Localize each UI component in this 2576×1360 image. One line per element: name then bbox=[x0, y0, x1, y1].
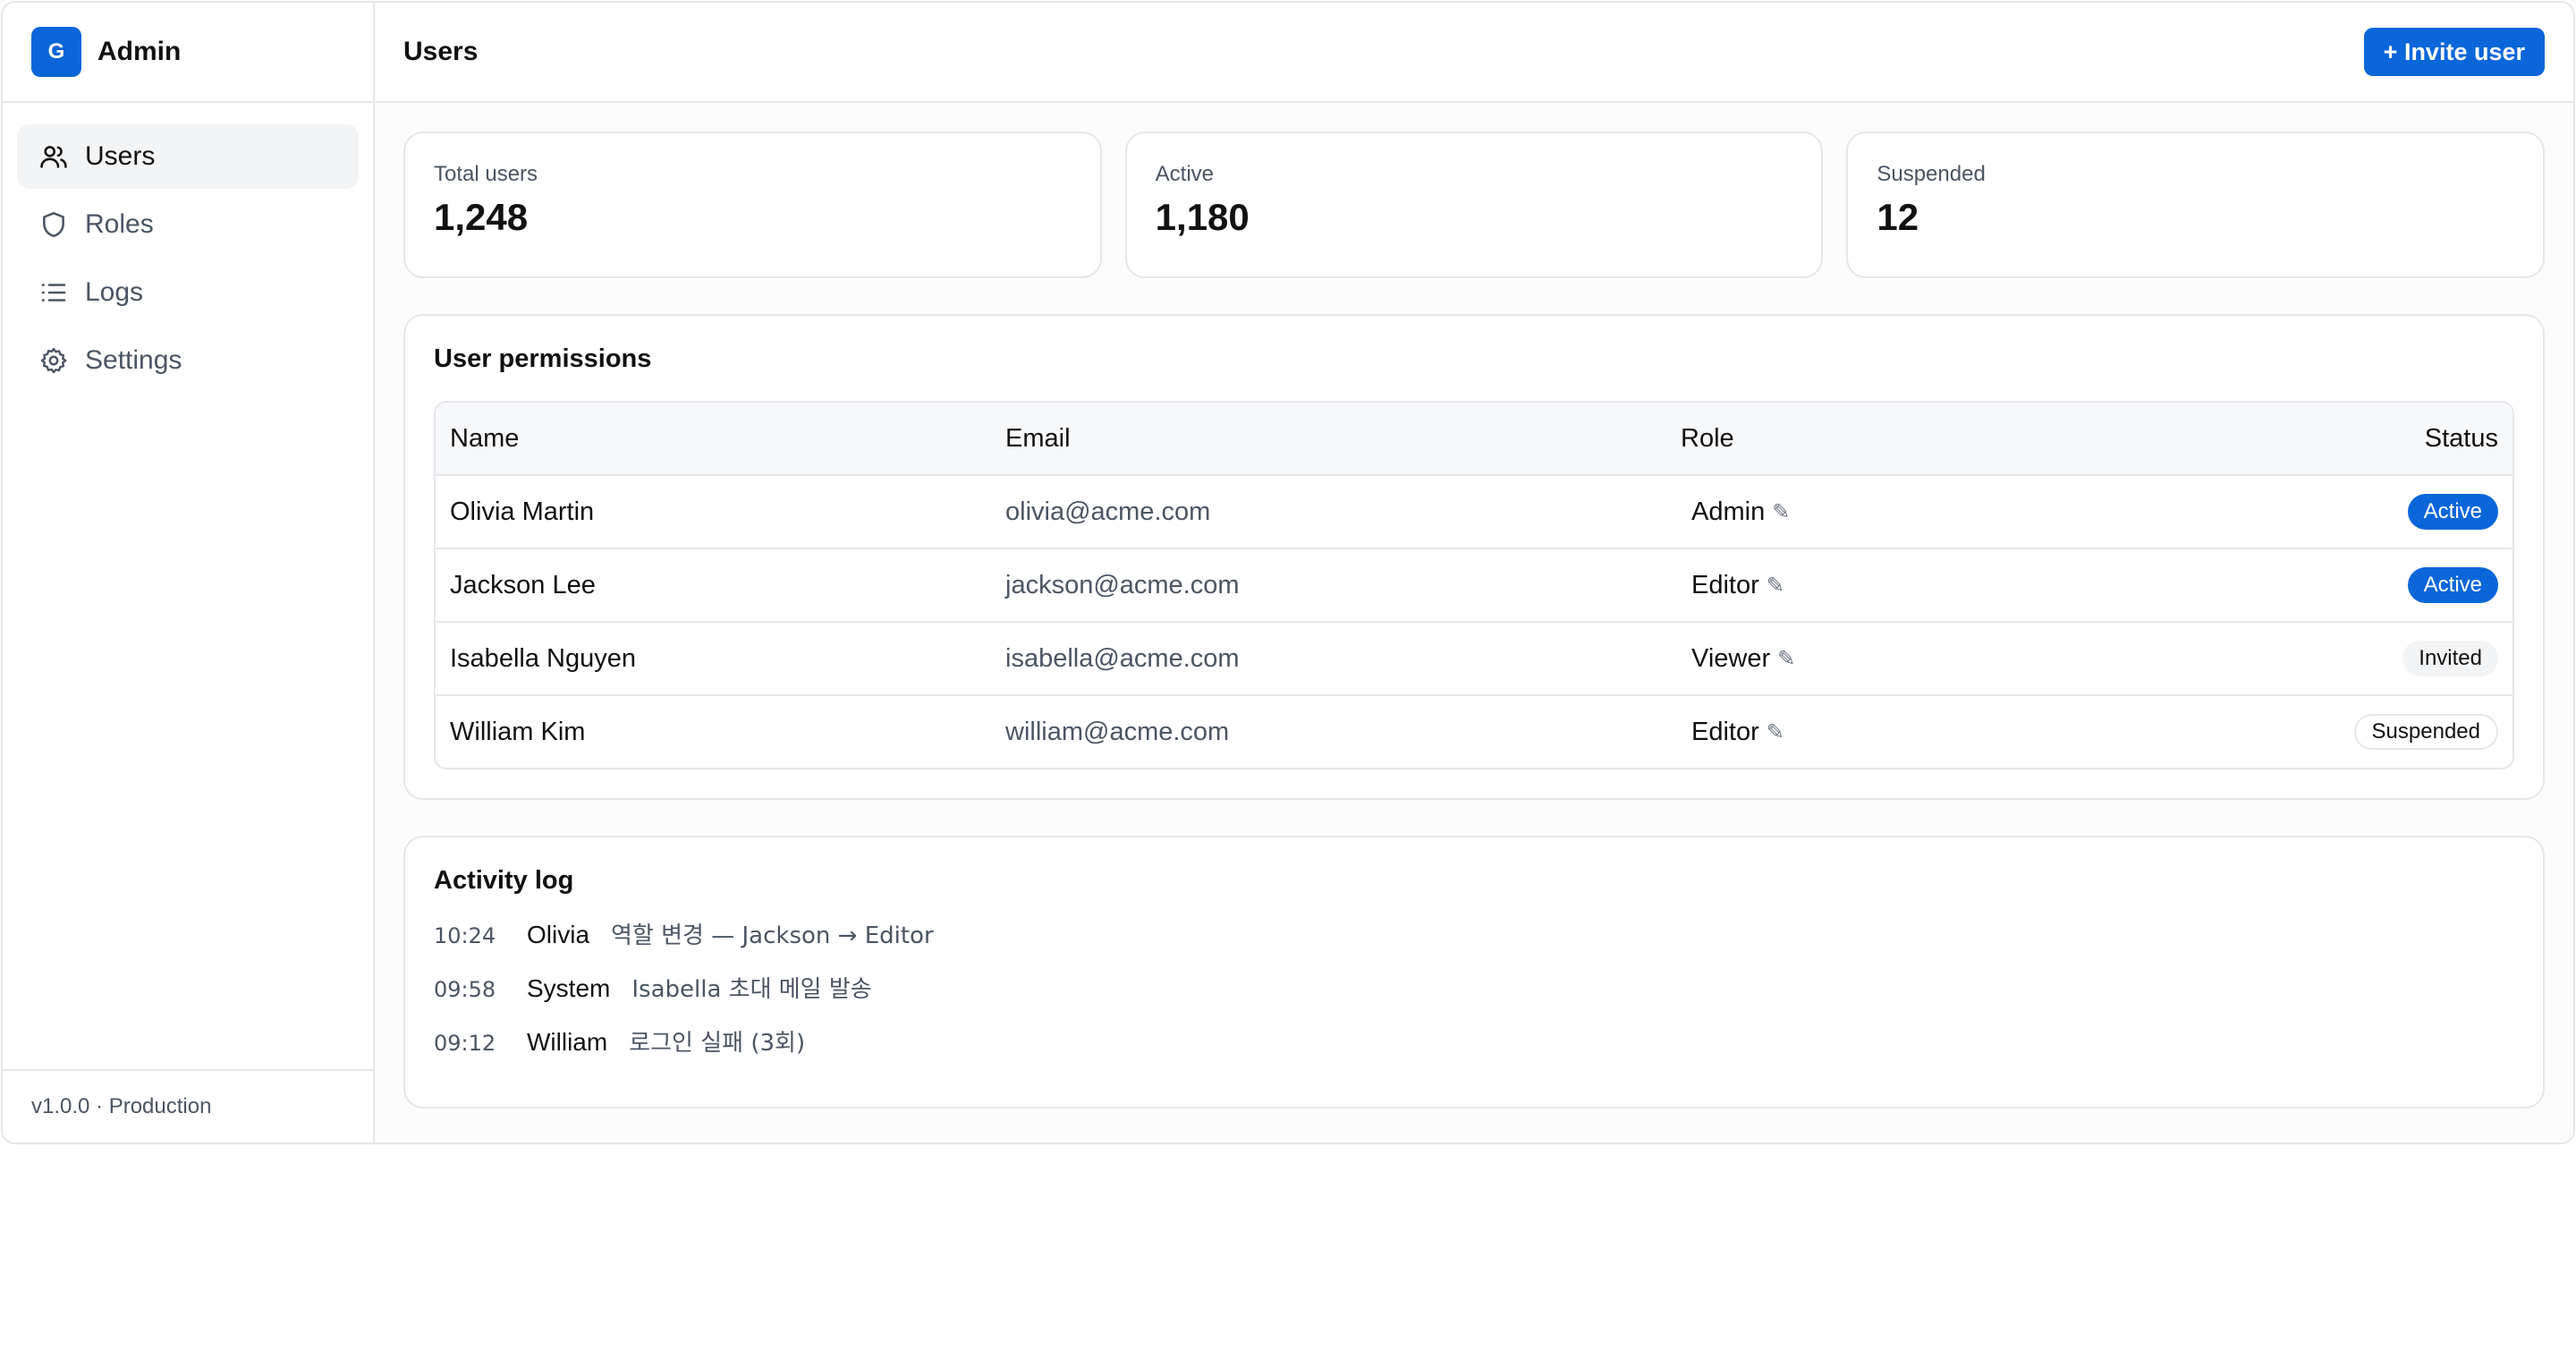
log-message: 로그인 실패 (3회) bbox=[629, 1030, 806, 1057]
column-header-email: Email bbox=[1005, 423, 1071, 453]
list-item: 09:12 William 로그인 실패 (3회) bbox=[434, 1024, 2514, 1078]
role-label: Editor bbox=[1691, 717, 1759, 746]
status-cell: Suspended bbox=[2176, 714, 2498, 750]
version-label: v1.0.0 · Production bbox=[3, 1069, 373, 1143]
user-name: Jackson Lee bbox=[450, 570, 596, 599]
status-badge: Suspended bbox=[2353, 714, 2498, 750]
column-header-role: Role bbox=[1681, 423, 1734, 453]
users-icon bbox=[38, 141, 69, 172]
app-window: G Admin Users Roles Logs Settings v1.0.0… bbox=[1, 1, 2575, 1144]
role-cell: Editor ✎ bbox=[1681, 567, 2176, 604]
main-content: Users + Invite user Total users 1,248 Ac… bbox=[375, 3, 2573, 1143]
user-email: jackson@acme.com bbox=[1005, 570, 1240, 599]
stat-value: 1,180 bbox=[1155, 196, 1250, 238]
brand-title: Admin bbox=[97, 37, 182, 66]
activity-log-panel: Activity log 10:24 Olivia 역할 변경 — Jackso… bbox=[403, 836, 2545, 1109]
log-message: Isabella 초대 메일 발송 bbox=[631, 976, 872, 1003]
log-actor: System bbox=[527, 974, 611, 1002]
list-item: 10:24 Olivia 역할 변경 — Jackson → Editor bbox=[434, 917, 2514, 971]
column-header-name: Name bbox=[450, 423, 520, 453]
list-item: 09:58 System Isabella 초대 메일 발송 bbox=[434, 971, 2514, 1024]
status-cell: Active bbox=[2176, 494, 2498, 530]
user-name: William Kim bbox=[450, 717, 586, 746]
pencil-icon: ✎ bbox=[1777, 646, 1796, 671]
pencil-icon: ✎ bbox=[1772, 499, 1791, 524]
sidebar-item-logs[interactable]: Logs bbox=[17, 260, 359, 325]
table-header-row: Name Email Role Status bbox=[436, 403, 2512, 474]
user-email: olivia@acme.com bbox=[1005, 497, 1211, 526]
panel-title: User permissions bbox=[434, 344, 652, 373]
status-badge: Invited bbox=[2402, 641, 2498, 676]
status-cell: Invited bbox=[2176, 641, 2498, 676]
status-badge: Active bbox=[2407, 494, 2498, 530]
role-label: Admin bbox=[1691, 497, 1766, 526]
sidebar: G Admin Users Roles Logs Settings v1.0.0… bbox=[3, 3, 375, 1143]
role-cell: Editor ✎ bbox=[1681, 714, 2176, 751]
role-cell: Viewer ✎ bbox=[1681, 641, 2176, 677]
user-name: Olivia Martin bbox=[450, 497, 595, 526]
sidebar-nav: Users Roles Logs Settings bbox=[3, 103, 373, 1069]
log-time: 10:24 bbox=[434, 923, 496, 948]
sidebar-item-settings[interactable]: Settings bbox=[17, 328, 359, 393]
content-area: Total users 1,248 Active 1,180 Suspended… bbox=[375, 103, 2573, 1137]
stats-row: Total users 1,248 Active 1,180 Suspended… bbox=[403, 132, 2546, 278]
stat-card-total-users: Total users 1,248 bbox=[403, 132, 1102, 278]
stat-label: Suspended bbox=[1877, 162, 1986, 186]
panel-title: Activity log bbox=[434, 866, 574, 895]
sidebar-item-label: Roles bbox=[85, 209, 154, 239]
log-actor: William bbox=[527, 1028, 608, 1056]
log-message: 역할 변경 — Jackson → Editor bbox=[611, 922, 934, 949]
page-title: Users bbox=[403, 37, 479, 66]
role-label: Editor bbox=[1691, 570, 1759, 599]
role-edit-button[interactable]: Editor ✎ bbox=[1681, 567, 1795, 604]
status-badge: Active bbox=[2407, 567, 2498, 603]
sidebar-item-label: Users bbox=[85, 141, 156, 171]
role-edit-button[interactable]: Viewer ✎ bbox=[1681, 641, 1806, 677]
list-icon bbox=[38, 277, 69, 308]
table-row: Olivia Martin olivia@acme.com Admin ✎ Ac… bbox=[436, 474, 2512, 548]
stat-card-active: Active 1,180 bbox=[1124, 132, 1824, 278]
shield-icon bbox=[38, 209, 69, 240]
sidebar-item-label: Logs bbox=[85, 277, 144, 307]
stat-card-suspended: Suspended 12 bbox=[1846, 132, 2546, 278]
role-label: Viewer bbox=[1691, 643, 1771, 673]
brand-logo: G bbox=[31, 27, 81, 77]
sidebar-item-label: Settings bbox=[85, 345, 182, 375]
activity-list: 10:24 Olivia 역할 변경 — Jackson → Editor 09… bbox=[434, 917, 2514, 1078]
permissions-table: Name Email Role Status Olivia Martin oli… bbox=[434, 401, 2514, 769]
user-email: william@acme.com bbox=[1005, 717, 1230, 746]
sidebar-item-users[interactable]: Users bbox=[17, 124, 359, 189]
user-name: Isabella Nguyen bbox=[450, 643, 636, 673]
pencil-icon: ✎ bbox=[1766, 573, 1784, 598]
user-permissions-panel: User permissions Name Email Role Status … bbox=[403, 314, 2545, 800]
log-time: 09:12 bbox=[434, 1031, 496, 1056]
role-cell: Admin ✎ bbox=[1681, 494, 2176, 531]
table-row: Isabella Nguyen isabella@acme.com Viewer… bbox=[436, 621, 2512, 694]
stat-value: 1,248 bbox=[434, 196, 529, 238]
log-time: 09:58 bbox=[434, 977, 496, 1002]
stat-label: Total users bbox=[434, 162, 538, 186]
sidebar-item-roles[interactable]: Roles bbox=[17, 192, 359, 257]
pencil-icon: ✎ bbox=[1766, 719, 1784, 744]
role-edit-button[interactable]: Editor ✎ bbox=[1681, 714, 1795, 751]
invite-user-button[interactable]: + Invite user bbox=[2363, 28, 2545, 76]
role-edit-button[interactable]: Admin ✎ bbox=[1681, 494, 1801, 531]
user-email: isabella@acme.com bbox=[1005, 643, 1240, 673]
gear-icon bbox=[38, 345, 69, 376]
table-row: William Kim william@acme.com Editor ✎ Su… bbox=[436, 694, 2512, 768]
column-header-status: Status bbox=[2424, 423, 2498, 453]
log-actor: Olivia bbox=[527, 921, 590, 948]
stat-value: 12 bbox=[1877, 196, 1919, 238]
status-cell: Active bbox=[2176, 567, 2498, 603]
top-bar: Users + Invite user bbox=[375, 3, 2573, 103]
stat-label: Active bbox=[1155, 162, 1215, 186]
brand: G Admin bbox=[3, 3, 373, 103]
table-row: Jackson Lee jackson@acme.com Editor ✎ Ac… bbox=[436, 548, 2512, 621]
